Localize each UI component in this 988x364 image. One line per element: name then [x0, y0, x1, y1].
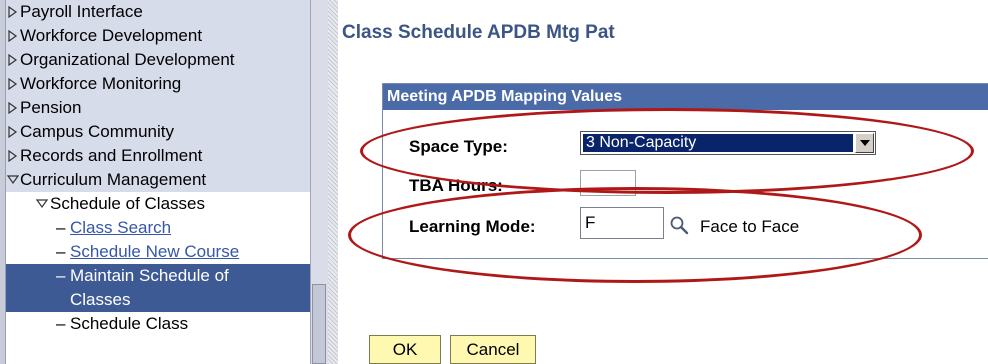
ok-button[interactable]: OK — [369, 335, 441, 364]
nav-item-schedule-of-classes[interactable]: Schedule of Classes — [6, 192, 310, 216]
main-content: Class Schedule APDB Mtg Pat Meeting APDB… — [338, 0, 988, 364]
triangle-right-icon — [7, 72, 19, 96]
triangle-right-icon — [7, 48, 19, 72]
nav-item-pension[interactable]: Pension — [6, 96, 310, 120]
nav-item-workforce-monitoring[interactable]: Workforce Monitoring — [6, 72, 310, 96]
nav-item-label: Curriculum Management — [20, 170, 207, 189]
triangle-right-icon — [7, 120, 19, 144]
nav-item-label: Records and Enrollment — [20, 146, 203, 165]
nav-item-label: Schedule of Classes — [50, 194, 205, 213]
nav-dash: – — [56, 266, 66, 285]
nav-item-label: Campus Community — [20, 122, 174, 141]
nav-item-label: Workforce Monitoring — [20, 74, 182, 93]
meeting-apdb-mapping-group: Meeting APDB Mapping Values Space Type: … — [382, 83, 988, 259]
class-search-link[interactable]: Class Search — [70, 218, 171, 237]
triangle-right-icon — [7, 96, 19, 120]
nav-link-schedule-new-course[interactable]: – Schedule New Course — [6, 240, 310, 264]
triangle-down-icon — [36, 192, 48, 216]
space-type-select[interactable]: 3 Non-Capacity — [580, 131, 876, 155]
nav-item-label: Schedule Class — [70, 314, 189, 333]
tba-hours-label: TBA Hours: — [409, 176, 503, 195]
navigation-menu: Payroll Interface Workforce Development … — [6, 0, 310, 336]
frame-splitter[interactable] — [328, 0, 338, 364]
space-type-label: Space Type: — [409, 137, 508, 156]
triangle-down-icon — [7, 168, 19, 192]
nav-item-label: Payroll Interface — [20, 2, 143, 21]
triangle-right-icon — [7, 24, 19, 48]
space-type-selected-value: 3 Non-Capacity — [583, 134, 853, 152]
nav-item-organizational-development[interactable]: Organizational Development — [6, 48, 310, 72]
nav-item-workforce-development[interactable]: Workforce Development — [6, 24, 310, 48]
triangle-right-icon — [7, 0, 19, 24]
nav-selected-label-line2: Classes — [70, 290, 131, 309]
tba-hours-input[interactable] — [580, 170, 636, 196]
nav-item-label: Workforce Development — [20, 26, 203, 45]
nav-dash: – — [56, 218, 66, 237]
nav-item-schedule-class[interactable]: – Schedule Class — [6, 312, 310, 336]
lookup-magnifier-icon[interactable] — [669, 215, 689, 235]
learning-mode-description: Face to Face — [700, 217, 800, 236]
nav-item-records-and-enrollment[interactable]: Records and Enrollment — [6, 144, 310, 168]
learning-mode-input[interactable]: F — [580, 207, 664, 239]
nav-item-maintain-schedule-of-classes[interactable]: – Maintain Schedule of Classes — [6, 264, 310, 312]
nav-item-payroll-interface[interactable]: Payroll Interface — [6, 0, 310, 24]
schedule-new-course-link[interactable]: Schedule New Course — [70, 242, 239, 261]
page-title: Class Schedule APDB Mtg Pat — [342, 22, 615, 43]
dropdown-arrow-icon[interactable] — [855, 133, 874, 153]
nav-item-label: Organizational Development — [20, 50, 235, 69]
nav-selected-label-line1: Maintain Schedule of — [70, 266, 229, 285]
learning-mode-label: Learning Mode: — [409, 217, 536, 236]
nav-item-label: Pension — [20, 98, 82, 117]
nav-link-class-search[interactable]: – Class Search — [6, 216, 310, 240]
nav-dash: – — [56, 314, 66, 333]
nav-dash: – — [56, 242, 66, 261]
nav-scrollbar-thumb[interactable] — [312, 284, 326, 364]
cancel-button[interactable]: Cancel — [450, 335, 536, 364]
nav-item-campus-community[interactable]: Campus Community — [6, 120, 310, 144]
nav-item-curriculum-management[interactable]: Curriculum Management — [6, 168, 310, 192]
navigation-frame: Payroll Interface Workforce Development … — [0, 0, 310, 364]
triangle-right-icon — [7, 144, 19, 168]
group-header: Meeting APDB Mapping Values — [383, 84, 988, 110]
